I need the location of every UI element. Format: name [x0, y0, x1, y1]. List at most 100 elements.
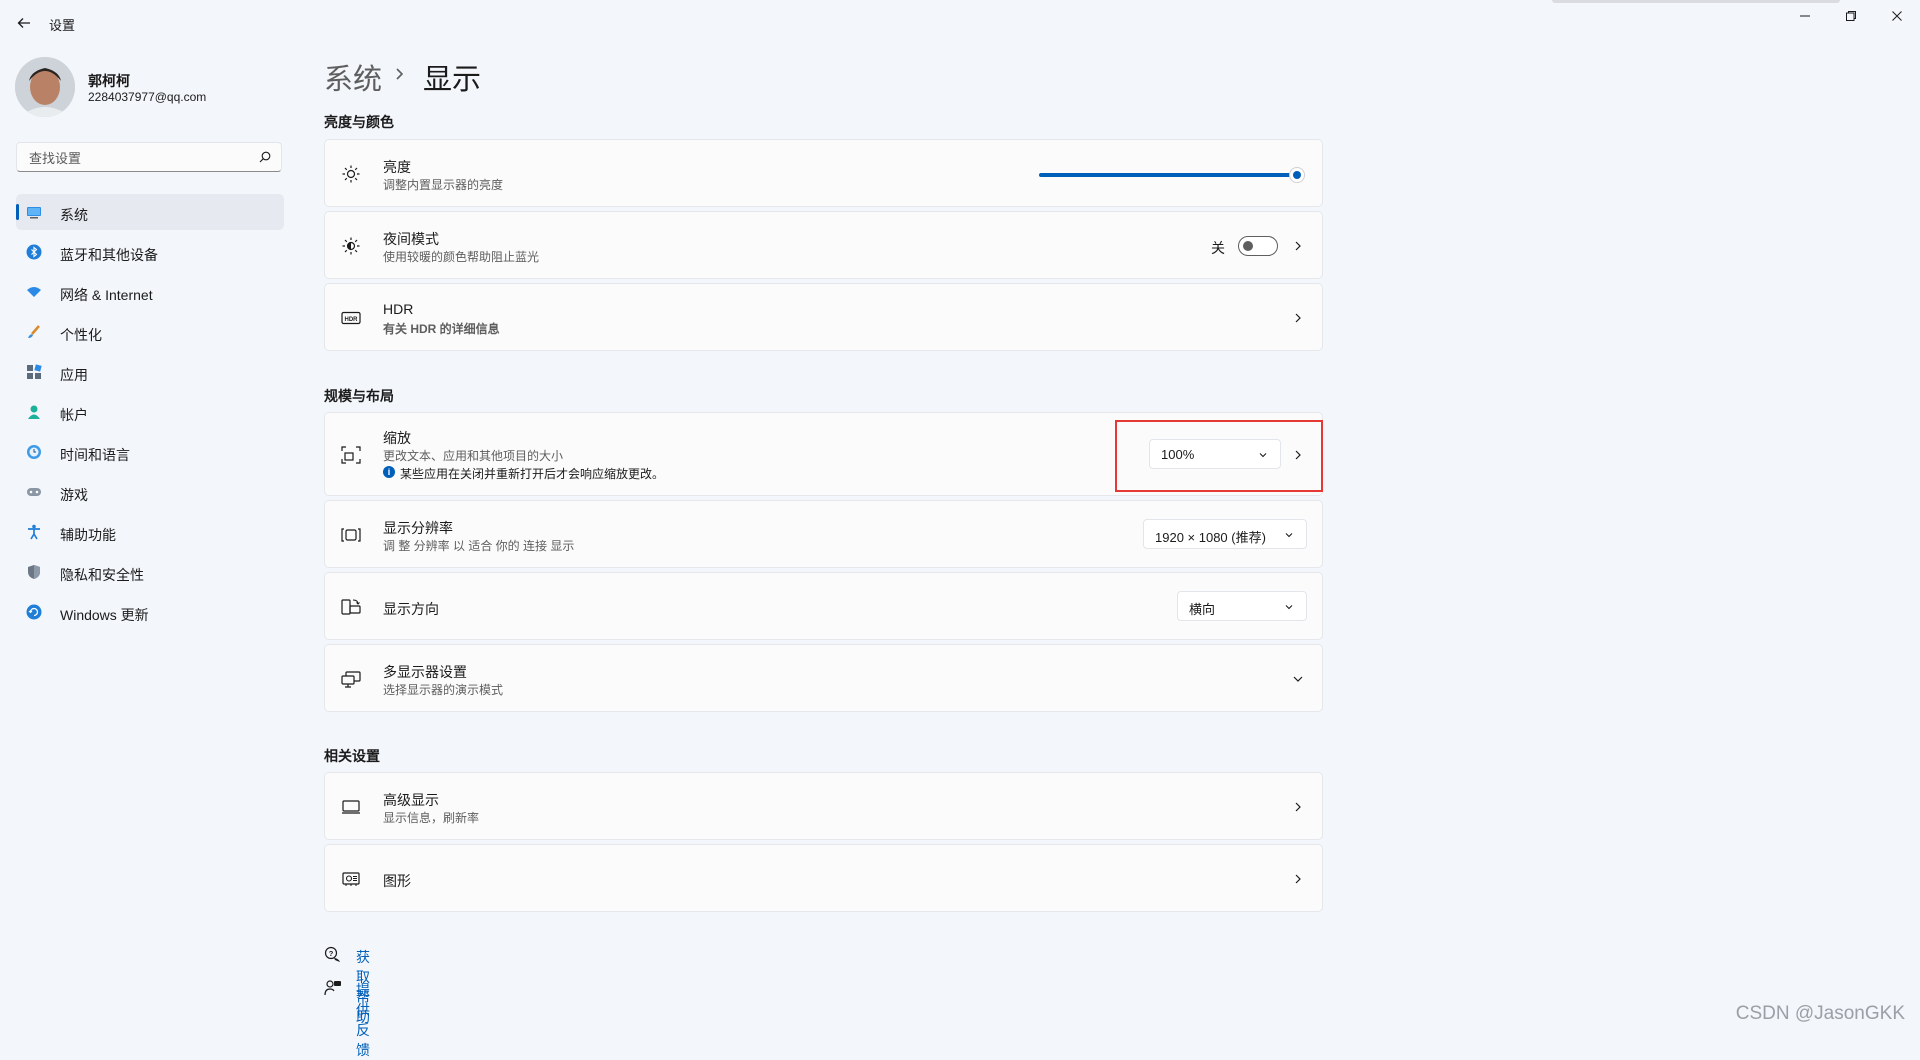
section-title-scale-layout: 规模与布局	[324, 388, 394, 404]
avatar[interactable]	[15, 57, 75, 117]
user-email: 2284037977@qq.com	[88, 90, 207, 104]
sidebar-item-gaming[interactable]: 游戏	[16, 474, 284, 510]
hdr-card[interactable]: HDR HDR 有关 HDR 的详细信息	[324, 283, 1323, 351]
sidebar-item-windows-update[interactable]: Windows 更新	[16, 594, 284, 630]
gamepad-icon	[27, 488, 41, 496]
sidebar-item-network[interactable]: 网络 & Internet	[16, 274, 284, 310]
close-icon	[1892, 11, 1902, 21]
minimize-icon	[1800, 15, 1810, 17]
chevron-right-icon[interactable]	[1292, 240, 1304, 252]
search-input[interactable]	[27, 148, 251, 168]
advanced-display-title: 高级显示	[383, 792, 439, 808]
multi-display-title: 多显示器设置	[383, 664, 467, 680]
brightness-slider-track[interactable]	[1039, 173, 1297, 177]
sidebar-item-apps[interactable]: 应用	[16, 354, 284, 390]
night-light-toggle[interactable]	[1238, 236, 1278, 256]
graphics-card[interactable]: 图形	[324, 844, 1323, 912]
night-light-icon	[342, 237, 360, 255]
sidebar-item-label: 隐私和安全性	[60, 567, 144, 583]
sidebar-item-label: 个性化	[60, 327, 102, 343]
feedback-icon	[324, 980, 341, 996]
sidebar-item-accessibility[interactable]: 辅助功能	[16, 514, 284, 550]
sidebar-item-time-language[interactable]: 时间和语言	[16, 434, 284, 470]
section-title-related: 相关设置	[324, 748, 380, 764]
night-light-state-label: 关	[1211, 240, 1225, 256]
apps-icon	[27, 364, 42, 379]
multi-display-subtitle: 选择显示器的演示模式	[383, 683, 504, 697]
resolution-icon	[341, 528, 361, 542]
night-light-subtitle: 使用较暖的颜色帮助阻止蓝光	[383, 250, 540, 264]
multi-display-card[interactable]: 多显示器设置 选择显示器的演示模式	[324, 644, 1323, 712]
resolution-card: 显示分辨率 调 整 分辨率 以 适合 你的 连接 显示 1920 × 1080 …	[324, 500, 1323, 568]
sidebar-item-label: 系统	[60, 207, 88, 223]
sidebar-item-label: 时间和语言	[60, 447, 130, 463]
shield-icon	[28, 565, 40, 579]
back-arrow-icon[interactable]	[15, 14, 33, 32]
title-bar: 设置	[0, 0, 1920, 46]
toggle-knob	[1243, 241, 1253, 251]
sidebar-item-bluetooth[interactable]: 蓝牙和其他设备	[16, 234, 284, 270]
orientation-dropdown-value: 横向	[1189, 602, 1216, 617]
orientation-title: 显示方向	[383, 601, 439, 617]
sidebar-item-accounts[interactable]: 帐户	[16, 394, 284, 430]
sidebar-item-label: 游戏	[60, 487, 88, 503]
active-indicator	[16, 204, 19, 220]
resolution-subtitle: 调 整 分辨率 以 适合 你的 连接 显示	[383, 539, 575, 553]
sidebar-item-label: 应用	[60, 367, 88, 383]
hdr-info-link[interactable]: 有关 HDR 的详细信息	[383, 320, 500, 337]
monitor-icon	[342, 800, 360, 814]
graphics-card-icon	[342, 872, 360, 886]
scale-title: 缩放	[383, 430, 411, 446]
sidebar-item-system[interactable]: 系统	[16, 194, 284, 230]
wifi-icon	[27, 287, 41, 297]
chevron-down-icon	[1285, 533, 1293, 538]
app-title: 设置	[49, 18, 76, 33]
hdr-icon: HDR	[341, 311, 361, 325]
resolution-dropdown-value: 1920 × 1080 (推荐)	[1155, 530, 1266, 545]
search-box[interactable]	[16, 142, 282, 172]
page-title: 显示	[423, 64, 482, 96]
brightness-sun-icon	[342, 165, 360, 183]
sidebar-item-personalization[interactable]: 个性化	[16, 314, 284, 350]
brightness-title: 亮度	[383, 159, 411, 175]
svg-text:?: ?	[329, 949, 334, 958]
feedback-label[interactable]: 提供反馈	[356, 980, 370, 1060]
resolution-dropdown[interactable]: 1920 × 1080 (推荐)	[1143, 519, 1307, 549]
brightness-card: 亮度 调整内置显示器的亮度	[324, 139, 1323, 207]
sidebar-item-label: 辅助功能	[60, 527, 116, 543]
scale-icon	[341, 446, 361, 464]
minimize-button[interactable]	[1782, 6, 1828, 26]
accessibility-icon	[28, 524, 40, 540]
chevron-down-icon	[1285, 605, 1293, 610]
bluetooth-icon	[26, 244, 42, 260]
sidebar-item-label: 蓝牙和其他设备	[60, 247, 158, 263]
advanced-display-card[interactable]: 高级显示 显示信息，刷新率	[324, 772, 1323, 840]
brightness-slider-thumb[interactable]	[1289, 167, 1305, 183]
sidebar-item-privacy[interactable]: 隐私和安全性	[16, 554, 284, 590]
scale-subtitle: 更改文本、应用和其他项目的大小	[383, 449, 564, 463]
advanced-display-subtitle: 显示信息，刷新率	[383, 811, 480, 825]
close-button[interactable]	[1874, 6, 1920, 26]
sidebar-item-label: 网络 & Internet	[60, 287, 153, 303]
chevron-right-icon[interactable]	[1292, 312, 1304, 324]
orientation-icon	[341, 599, 361, 615]
chevron-down-icon[interactable]	[1292, 673, 1304, 685]
graphics-title: 图形	[383, 873, 411, 889]
chevron-right-icon[interactable]	[1292, 801, 1304, 813]
window-shadow	[1552, 0, 1840, 3]
restore-icon	[1846, 11, 1856, 21]
restore-button[interactable]	[1828, 6, 1874, 26]
night-light-card[interactable]: 夜间模式 使用较暖的颜色帮助阻止蓝光 关	[324, 211, 1323, 279]
update-icon	[26, 604, 42, 620]
chevron-right-icon[interactable]	[1292, 873, 1304, 885]
search-icon[interactable]	[259, 151, 271, 163]
info-icon: i	[383, 466, 395, 478]
hdr-title: HDR	[383, 301, 414, 317]
sidebar-nav: 系统 蓝牙和其他设备 网络 & Internet 个性化 应用 帐户 时间和语言…	[16, 194, 284, 634]
watermark: CSDN @JasonGKK	[1735, 1003, 1905, 1024]
svg-text:HDR: HDR	[345, 317, 359, 323]
breadcrumb-parent[interactable]: 系统	[324, 56, 382, 98]
orientation-dropdown[interactable]: 横向	[1177, 591, 1307, 621]
sidebar-item-label: Windows 更新	[60, 607, 149, 623]
brush-icon	[28, 325, 40, 338]
